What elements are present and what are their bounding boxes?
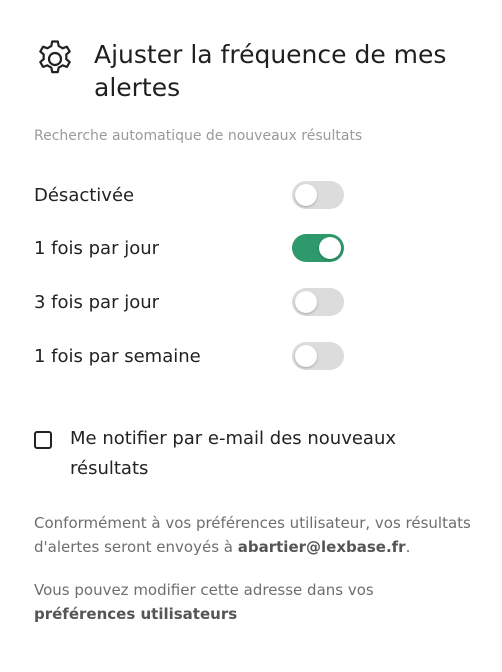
- preferences-info-prefix: Vous pouvez modifier cette adresse dans …: [34, 581, 374, 599]
- toggle-weekly[interactable]: [292, 342, 344, 370]
- toggle-knob: [319, 237, 341, 259]
- frequency-option-weekly[interactable]: 1 fois par semaine: [34, 340, 344, 372]
- frequency-option-label: 1 fois par jour: [34, 237, 160, 259]
- frequency-option-daily[interactable]: 1 fois par jour: [34, 232, 344, 264]
- alert-frequency-panel: Ajuster la fréquence de mes alertes Rech…: [0, 0, 502, 672]
- toggle-daily[interactable]: [292, 234, 344, 262]
- frequency-option-three-daily[interactable]: 3 fois par jour: [34, 286, 344, 318]
- section-subtitle: Recherche automatique de nouveaux résult…: [34, 128, 363, 144]
- frequency-option-label: Désactivée: [34, 184, 135, 206]
- panel-header: Ajuster la fréquence de mes alertes: [34, 38, 474, 104]
- frequency-option-disabled[interactable]: Désactivée: [34, 179, 344, 211]
- toggle-knob: [295, 184, 317, 206]
- user-email: abartier@lexbase.fr: [237, 538, 406, 556]
- frequency-option-label: 1 fois par semaine: [34, 345, 201, 367]
- email-notification-label: Me notifier par e-mail des nouveaux résu…: [70, 428, 397, 479]
- frequency-option-label: 3 fois par jour: [34, 291, 160, 313]
- toggle-knob: [295, 291, 317, 313]
- email-notification-checkbox[interactable]: [34, 431, 52, 449]
- gear-icon: [34, 38, 76, 80]
- toggle-disabled[interactable]: [292, 181, 344, 209]
- email-notification-row[interactable]: Me notifier par e-mail des nouveaux résu…: [34, 428, 454, 484]
- toggle-knob: [295, 345, 317, 367]
- page-title: Ajuster la fréquence de mes alertes: [94, 40, 447, 102]
- toggle-three-daily[interactable]: [292, 288, 344, 316]
- preferences-info-text: Vous pouvez modifier cette adresse dans …: [34, 578, 484, 626]
- preferences-link[interactable]: préférences utilisateurs: [34, 605, 237, 623]
- email-info-text: Conformément à vos préférences utilisate…: [34, 511, 484, 559]
- email-info-suffix: .: [405, 538, 411, 556]
